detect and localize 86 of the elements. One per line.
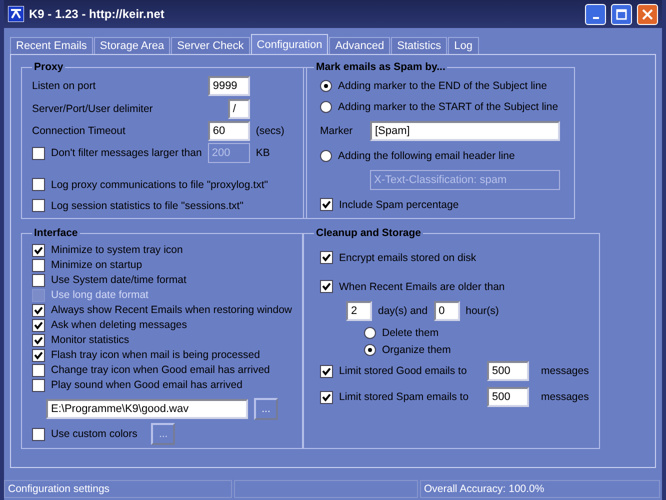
radio-button[interactable] [320,150,332,162]
close-button[interactable] [637,4,658,24]
radio-button[interactable] [364,344,376,356]
close-icon [642,8,653,20]
checkbox[interactable] [32,258,45,272]
tab[interactable]: Recent Emails [10,37,93,54]
input-field[interactable]: / [228,98,250,119]
checkbox-label: Include Spam percentage [339,198,460,210]
checkbox[interactable] [32,318,45,332]
checkbox[interactable] [32,304,45,316]
checkbox-label: Use long date format [51,289,150,301]
checkbox-label: Always show Recent Emails when restoring window [51,304,292,316]
group-title: Cleanup and Storage [315,227,422,239]
checkbox[interactable] [32,199,45,212]
window-title: K9 - 1.23 - http://keir.net [29,7,166,21]
accuracy-text: Overall Accuracy: 100.0% [420,480,660,498]
checkbox-label: Don't filter messages larger than [51,147,202,160]
group-title: Interface [33,227,79,239]
tab[interactable]: Log [448,37,479,54]
checkbox-label: Encrypt emails stored on disk [339,252,478,264]
radio-label: Adding marker to the START of the Subject line [338,100,560,112]
tab[interactable]: Advanced [329,37,390,54]
checkbox-label: Monitor statistics [51,334,130,346]
radio-button[interactable] [320,100,332,112]
days-label: day(s) and [378,305,428,317]
checkbox[interactable] [320,364,333,378]
tab[interactable]: Configuration [250,34,328,54]
radio-label: Adding the following email header line [338,150,516,162]
file-path-field[interactable]: E:\Programme\K9\good.wav [46,399,248,419]
checkbox-label: Log session statistics to file "sessions.txt" [51,200,244,212]
limit-field[interactable]: 500 [487,387,529,407]
field-label: Connection Timeout [32,124,126,137]
checkbox-label: Ask when deleting messages [51,319,188,331]
radio-button[interactable] [364,326,376,338]
hours-label: hour(s) [466,305,499,317]
checkbox[interactable] [320,390,333,404]
checkbox-label: Change tray icon when Good email has arrived [51,364,271,376]
checkbox-label: Log proxy communications to file "proxylog.txt" [51,178,269,191]
checkbox-label: Limit stored Spam emails to [339,391,470,403]
checkbox[interactable] [32,334,45,346]
radio-button[interactable] [320,80,332,92]
limit-field[interactable]: 500 [487,361,529,381]
days-field[interactable]: 2 [346,301,372,321]
checkbox[interactable] [32,348,45,362]
checkbox-label: Use custom colors [51,428,138,440]
checkbox-label: Limit stored Good emails to [339,365,468,377]
input-field[interactable]: [Spam] [370,121,560,141]
maximize-icon [616,8,627,20]
browse-button[interactable]: ... [254,398,278,420]
checkbox-label: Minimize to system tray icon [51,244,184,256]
unit-label: messages [541,365,589,377]
radio-label: Organize them [382,344,452,356]
checkbox[interactable] [32,244,45,256]
status-text: Configuration settings [4,480,232,498]
maximize-button[interactable] [611,4,632,24]
minimize-icon [592,16,598,18]
group-title: Mark emails as Spam by... [315,61,446,73]
tab[interactable]: Statistics [391,37,448,54]
field-label: Server/Port/User delimiter [32,102,154,115]
minimize-button[interactable] [585,4,606,24]
hours-field[interactable]: 0 [434,301,460,321]
checkbox-label: Flash tray icon when mail is being processed [51,349,261,361]
app-icon [8,6,24,22]
checkbox[interactable] [32,364,45,376]
checkbox-label: Minimize on startup [51,259,144,271]
checkbox[interactable] [320,280,333,293]
radio-label: Delete them [382,326,440,338]
unit-label: KB [256,147,270,160]
tab[interactable]: Storage Area [94,37,170,54]
group-title: Proxy [33,61,64,73]
checkbox-label: Use System date/time format [51,274,188,286]
checkbox[interactable] [320,198,333,211]
checkbox[interactable] [320,251,333,264]
checkbox-label: When Recent Emails are older than [339,280,506,292]
checkbox[interactable] [32,178,45,192]
checkbox[interactable] [32,274,45,286]
radio-label: Adding marker to the END of the Subject line [338,80,548,92]
field-label: Marker [320,125,354,137]
input-field[interactable]: 60 [208,120,250,141]
input-field[interactable]: 9999 [208,76,250,96]
field-label: Listen on port [32,80,97,92]
unit-label: (secs) [256,124,284,137]
checkbox[interactable] [32,378,45,392]
tab[interactable]: Server Check [171,37,250,54]
unit-label: messages [541,391,589,403]
checkbox-label: Play sound when Good email has arrived [51,379,244,391]
